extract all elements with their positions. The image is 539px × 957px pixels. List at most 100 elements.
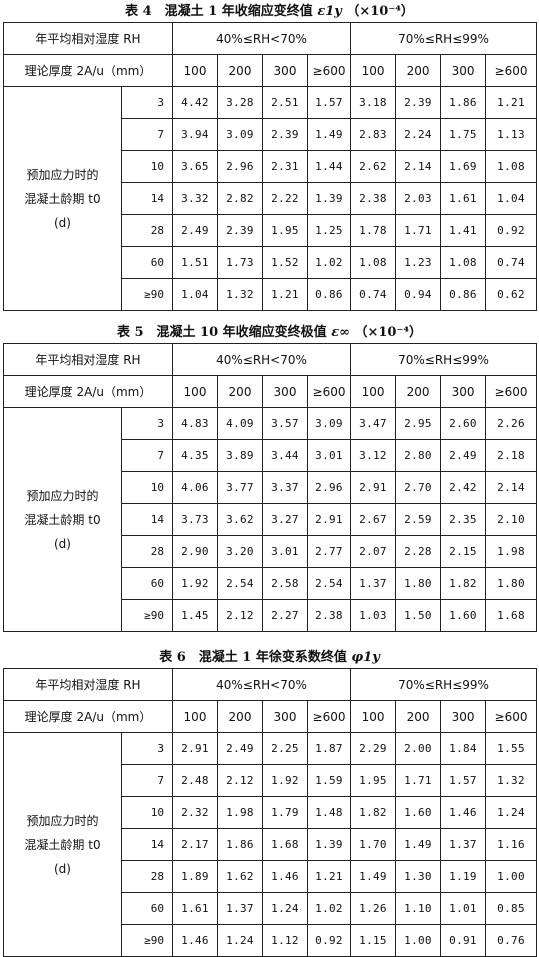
humidity-range-high: 70%≤RH≤99% <box>350 22 538 55</box>
age-label-line: 混凝土龄期 t0 <box>24 191 101 206</box>
table-cell: 3.73 <box>172 503 218 536</box>
age-value: 10 <box>121 471 173 504</box>
thickness-value: 300 <box>262 375 308 408</box>
table-cell: 2.12 <box>217 599 263 632</box>
table-cell: 3.32 <box>172 182 218 215</box>
table-cell: 1.68 <box>485 599 538 632</box>
thickness-value: ≥600 <box>485 375 538 408</box>
table-cell: 2.49 <box>172 214 218 247</box>
thickness-value: 100 <box>172 54 218 87</box>
table-cell: 1.61 <box>440 182 487 215</box>
table-cell: 1.39 <box>306 828 352 861</box>
table-cell: 2.48 <box>172 764 218 797</box>
table-cell: 2.18 <box>485 439 538 472</box>
table-cell: 2.42 <box>440 471 487 504</box>
table-cell: 1.80 <box>485 567 538 600</box>
age-label-line: 预加应力时的 <box>26 167 99 182</box>
table-cell: 1.12 <box>262 924 308 957</box>
table-cell: 1.16 <box>485 828 538 861</box>
thickness-value: 200 <box>217 375 263 408</box>
age-label-line: 预加应力时的 <box>26 488 99 503</box>
table-cell: 1.44 <box>306 150 352 183</box>
table-cell: 1.52 <box>262 246 308 279</box>
table-cell: 1.37 <box>217 892 263 925</box>
age-value: ≥90 <box>121 278 173 311</box>
table-cell: 1.19 <box>440 860 487 893</box>
age-label-line: (d) <box>54 215 71 230</box>
table-cell: 3.18 <box>350 86 397 119</box>
table-cell: 2.96 <box>306 471 352 504</box>
table-caption: 表 5 混凝土 10 年收缩应变终极值 ε∞ （×10⁻⁴） <box>0 321 539 343</box>
table-cell: 1.08 <box>485 150 538 183</box>
table-cell: 1.60 <box>395 796 442 829</box>
table-cell: 1.24 <box>217 924 263 957</box>
table-cell: 1.75 <box>440 118 487 151</box>
table-cell: 1.03 <box>350 599 397 632</box>
table-cell: 2.60 <box>440 407 487 440</box>
table-cell: 3.27 <box>262 503 308 536</box>
table-cell: 1.70 <box>350 828 397 861</box>
table-cell: 1.84 <box>440 732 487 765</box>
humidity-range-low: 40%≤RH<70% <box>171 668 352 701</box>
table-cell: 3.65 <box>172 150 218 183</box>
table-cell: 1.46 <box>172 924 218 957</box>
table-caption: 表 6 混凝土 1 年徐变系数终值 φ1y <box>0 646 539 668</box>
table-cell: 2.90 <box>172 535 218 568</box>
table-cell: 3.37 <box>262 471 308 504</box>
thickness-value: 100 <box>172 700 218 733</box>
table-cell: 2.51 <box>262 86 308 119</box>
table-cell: 1.82 <box>440 567 487 600</box>
table-cell: 2.54 <box>217 567 263 600</box>
table-cell: 2.32 <box>172 796 218 829</box>
table-cell: 1.57 <box>440 764 487 797</box>
table-cell: 0.92 <box>485 214 538 247</box>
age-value: ≥90 <box>121 924 173 957</box>
age-value: 3 <box>121 86 173 119</box>
table-cell: 2.03 <box>395 182 442 215</box>
thickness-value: ≥600 <box>485 700 538 733</box>
humidity-range-low: 40%≤RH<70% <box>171 22 352 55</box>
table-cell: 1.95 <box>262 214 308 247</box>
table-cell: 3.09 <box>217 118 263 151</box>
thickness-value: 200 <box>217 700 263 733</box>
caption-unit: （×10⁻⁴） <box>346 4 414 19</box>
table-cell: 1.71 <box>395 764 442 797</box>
table-cell: 2.29 <box>350 732 397 765</box>
table-cell: 4.09 <box>217 407 263 440</box>
caption-title: 混凝土 10 年收缩应变终极值 <box>156 325 327 340</box>
table-row: 预加应力时的 混凝土龄期 t0 (d) 3 2.91 2.49 2.25 1.87 2.29 2.… <box>3 732 538 957</box>
table-cell: 1.00 <box>485 860 538 893</box>
table-cell: 0.85 <box>485 892 538 925</box>
table-cell: 0.92 <box>306 924 352 957</box>
table-cell: 1.78 <box>350 214 397 247</box>
table-cell: 0.62 <box>485 278 538 311</box>
table-cell: 3.57 <box>262 407 308 440</box>
table-cell: 1.32 <box>217 278 263 311</box>
table-cell: 2.39 <box>395 86 442 119</box>
table-cell: 2.91 <box>306 503 352 536</box>
caption-symbol: ε∞ <box>331 325 350 340</box>
thickness-value: 100 <box>350 54 397 87</box>
table-cell: 0.74 <box>485 246 538 279</box>
header-row-thickness: 理论厚度 2A/u（mm） 100 200 300 ≥600 100 200 300 ≥600 <box>3 54 538 87</box>
age-label-line: (d) <box>54 861 71 876</box>
thickness-value: 100 <box>350 700 397 733</box>
humidity-label: 年平均相对湿度 RH <box>3 22 173 55</box>
table-cell: 1.37 <box>350 567 397 600</box>
table-cell: 1.71 <box>395 214 442 247</box>
table-cell: 1.41 <box>440 214 487 247</box>
table-cell: 3.09 <box>306 407 352 440</box>
thickness-value: 300 <box>440 700 487 733</box>
table-cell: 1.98 <box>485 535 538 568</box>
table-cell: 2.49 <box>217 732 263 765</box>
table-cell: 4.06 <box>172 471 218 504</box>
table-cell: 2.38 <box>306 599 352 632</box>
table-cell: 3.01 <box>306 439 352 472</box>
age-row-label: 预加应力时的 混凝土龄期 t0 (d) <box>3 86 122 311</box>
table-cell: 3.89 <box>217 439 263 472</box>
table-cell: 2.59 <box>395 503 442 536</box>
table-block-5: 表 5 混凝土 10 年收缩应变终极值 ε∞ （×10⁻⁴） 年平均相对湿度 RH… <box>0 321 539 646</box>
table-cell: 1.00 <box>395 924 442 957</box>
table-cell: 2.70 <box>395 471 442 504</box>
age-value: 28 <box>121 860 173 893</box>
